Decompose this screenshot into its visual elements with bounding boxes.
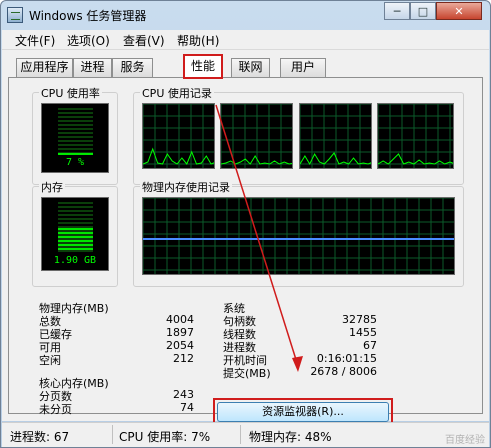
task-manager-icon (7, 7, 23, 23)
menu-options[interactable]: 选项(O) (67, 32, 110, 49)
cpu-history-graph-1 (142, 103, 215, 169)
status-processes: 进程数: 67 (10, 430, 70, 444)
stat-row: 未分页 74 (39, 401, 194, 416)
menu-bar: 文件(F) 选项(O) 查看(V) 帮助(H) (2, 30, 489, 50)
close-button[interactable]: ✕ (436, 2, 482, 20)
memory-meter: 1.90 GB (41, 197, 109, 271)
cpu-usage-meter: 7 % (41, 103, 109, 173)
menu-help[interactable]: 帮助(H) (177, 32, 219, 49)
stat-row: 已缓存 1897 (39, 326, 194, 341)
performance-panel: CPU 使用率 7 % CPU 使用记录 内存 1.90 GB 物理内存使用记录… (8, 77, 483, 426)
tab-networking[interactable]: 联网 (231, 58, 270, 77)
memory-group: 内存 1.90 GB (32, 179, 118, 287)
stat-row: 可用 2054 (39, 339, 194, 354)
task-manager-window: Windows 任务管理器 ─ □ ✕ 文件(F) 选项(O) 查看(V) 帮助… (0, 0, 491, 448)
resource-monitor-button[interactable]: 资源监视器(R)... (217, 402, 389, 422)
stat-row: 分页数 243 (39, 388, 194, 403)
stat-row: 开机时间 0:16:01:15 (223, 352, 377, 367)
cpu-history-group: CPU 使用记录 (133, 85, 464, 185)
status-cpu: CPU 使用率: 7% (119, 430, 211, 444)
kernel-memory-section: 核心内存(MB) 分页数 243 未分页 74 (39, 375, 194, 416)
memory-history-graph (142, 197, 455, 275)
memory-meter-fill (58, 228, 93, 252)
cpu-usage-value: 7 % (65, 157, 85, 168)
cpu-history-graph-2 (220, 103, 293, 169)
tab-processes[interactable]: 进程 (73, 58, 112, 77)
cpu-history-label: CPU 使用记录 (140, 85, 214, 101)
cpu-history-trace (378, 153, 453, 165)
memory-label: 内存 (39, 179, 65, 195)
physical-memory-title: 物理内存(MB) (39, 302, 109, 315)
tab-performance[interactable]: 性能 (183, 54, 223, 79)
window-title: Windows 任务管理器 (29, 9, 147, 23)
physical-memory-section: 物理内存(MB) 总数 4004 已缓存 1897 可用 2054 空闲 212 (39, 300, 194, 370)
tab-applications[interactable]: 应用程序 (16, 58, 73, 77)
cpu-history-graph-4 (377, 103, 454, 169)
cpu-meter-fill (58, 153, 93, 156)
menu-view[interactable]: 查看(V) (123, 32, 165, 49)
cpu-usage-label: CPU 使用率 (39, 85, 102, 101)
kernel-memory-title: 核心内存(MB) (39, 377, 109, 390)
tab-services[interactable]: 服务 (112, 58, 153, 77)
stat-row: 总数 4004 (39, 313, 194, 328)
watermark: 百度经验 (445, 435, 485, 446)
stat-row: 提交(MB) 2678 / 8006 (223, 365, 377, 380)
stat-row: 句柄数 32785 (223, 313, 377, 328)
memory-usage-value: 1.90 GB (53, 255, 97, 266)
stat-row: 进程数 67 (223, 339, 377, 354)
tab-users[interactable]: 用户 (280, 58, 326, 77)
stat-row: 空闲 212 (39, 352, 194, 367)
memory-history-group: 物理内存使用记录 (133, 179, 464, 287)
title-bar[interactable]: Windows 任务管理器 ─ □ ✕ (1, 1, 490, 29)
menu-file[interactable]: 文件(F) (15, 32, 55, 49)
cpu-meter-background (58, 108, 93, 156)
status-memory: 物理内存: 48% (249, 430, 332, 444)
cpu-usage-group: CPU 使用率 7 % (32, 85, 118, 185)
maximize-button[interactable]: □ (410, 2, 436, 20)
memory-history-label: 物理内存使用记录 (140, 179, 232, 195)
client-area: 应用程序 进程 服务 性能 联网 用户 CPU 使用率 7 % CPU 使用记录 (2, 50, 489, 426)
system-section: 系统 句柄数 32785 线程数 1455 进程数 67 开机时间 0:16:01:15… (223, 300, 377, 380)
stat-row: 线程数 1455 (223, 326, 377, 341)
status-bar: 进程数: 67 CPU 使用率: 7% 物理内存: 48% 百度经验 (2, 422, 489, 447)
system-title: 系统 (223, 302, 245, 315)
minimize-button[interactable]: ─ (384, 2, 410, 20)
cpu-history-graph-3 (299, 103, 372, 169)
